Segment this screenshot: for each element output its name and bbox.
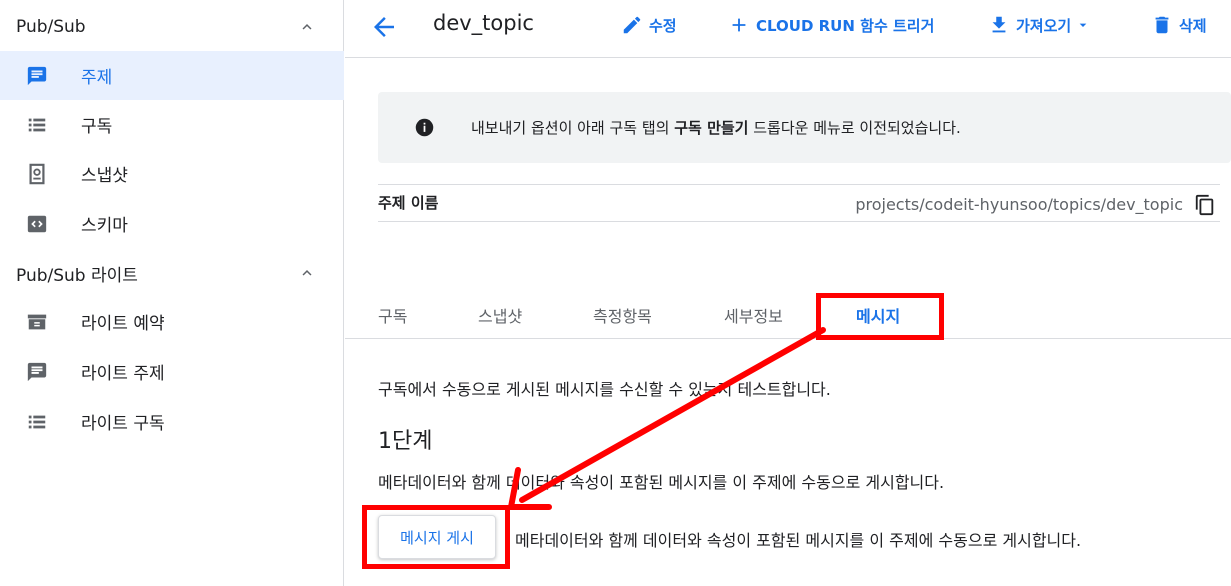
publish-message-button[interactable]: 메시지 게시 [378, 515, 496, 559]
active-tab-indicator [821, 335, 941, 338]
sidebar-section-title: Pub/Sub [16, 17, 86, 37]
plus-icon [732, 18, 746, 32]
delete-button[interactable]: 삭제 [1151, 12, 1207, 38]
pencil-icon [623, 16, 641, 34]
topic-name-value: projects/codeit-hyunsoo/topics/dev_topic [855, 195, 1183, 214]
tab-messages[interactable]: 메시지 [856, 303, 900, 327]
tab-subscriptions[interactable]: 구독 [378, 303, 407, 327]
detail-divider [378, 221, 1220, 222]
sidebar-section-title: Pub/Sub 라이트 [16, 265, 138, 286]
topic-icon [27, 362, 47, 382]
sidebar-item-schemas[interactable]: 스키마 [0, 199, 344, 248]
info-icon [415, 118, 434, 137]
detail-divider [378, 184, 1220, 185]
back-arrow-icon[interactable] [369, 12, 399, 42]
messages-description: 구독에서 수동으로 게시된 메시지를 수신할 수 있는지 테스트합니다. [378, 380, 831, 399]
sidebar-section-pubsub[interactable]: Pub/Sub [0, 2, 344, 52]
sidebar-item-label: 스키마 [81, 216, 128, 236]
chevron-up-icon[interactable] [298, 264, 316, 282]
sidebar-item-label: 구독 [81, 117, 113, 137]
step-description: 메타데이터와 함께 데이터와 속성이 포함된 메시지를 이 주제에 수동으로 게… [378, 473, 945, 492]
list-icon [28, 118, 46, 132]
sidebar-item-lite-subscriptions[interactable]: 라이트 구독 [0, 397, 344, 446]
edit-button[interactable]: 수정 [621, 12, 677, 38]
publish-note: 메타데이터와 함께 데이터와 속성이 포함된 메시지를 이 주제에 수동으로 게… [515, 531, 1082, 550]
top-bar: dev_topic 수정 CLOUD RUN 함수 트리거 가져오기 삭제 [345, 0, 1231, 58]
download-icon [992, 16, 1006, 33]
sidebar-item-topics[interactable]: 주제 [0, 51, 344, 100]
trash-icon [1155, 16, 1169, 34]
page-title: dev_topic [433, 11, 534, 35]
topic-icon [27, 66, 47, 86]
tab-details[interactable]: 세부정보 [724, 303, 783, 327]
reservation-icon [27, 314, 47, 330]
snapshot-icon [29, 163, 45, 185]
sidebar-item-label: 라이트 구독 [81, 414, 165, 434]
list-icon [28, 415, 46, 429]
sidebar: Pub/Sub 주제 구독 스냅샷 스키마 Pub/Sub 라이트 라이트 예약… [0, 0, 344, 586]
sidebar-section-pubsub-lite[interactable]: Pub/Sub 라이트 [0, 248, 344, 298]
tab-bar: 구독 스냅샷 측정항목 세부정보 메시지 [345, 290, 1231, 339]
sidebar-item-lite-reservations[interactable]: 라이트 예약 [0, 297, 344, 346]
cloud-run-trigger-button[interactable]: CLOUD RUN 함수 트리거 [728, 12, 934, 38]
sidebar-item-label: 라이트 주제 [81, 364, 165, 384]
schema-icon [27, 215, 47, 233]
info-banner: 내보내기 옵션이 아래 구독 탭의 구독 만들기 드롭다운 메뉴로 이전되었습니… [378, 92, 1231, 163]
topic-name-label: 주제 이름 [378, 194, 439, 212]
step-title: 1단계 [378, 429, 433, 454]
sidebar-item-subscriptions[interactable]: 구독 [0, 100, 344, 149]
tab-metrics[interactable]: 측정항목 [593, 303, 652, 327]
sidebar-item-label: 주제 [81, 68, 113, 88]
tab-snapshots[interactable]: 스냅샷 [478, 303, 522, 327]
copy-icon[interactable] [1194, 194, 1216, 216]
sidebar-item-snapshots[interactable]: 스냅샷 [0, 149, 344, 198]
sidebar-item-lite-topics[interactable]: 라이트 주제 [0, 347, 344, 396]
sidebar-item-label: 라이트 예약 [81, 314, 165, 334]
dropdown-arrow-icon [1079, 23, 1087, 27]
import-button[interactable]: 가져오기 [988, 12, 1091, 38]
sidebar-item-label: 스냅샷 [81, 166, 128, 186]
chevron-up-icon[interactable] [298, 18, 316, 36]
banner-text: 내보내기 옵션이 아래 구독 탭의 구독 만들기 드롭다운 메뉴로 이전되었습니… [471, 119, 961, 137]
